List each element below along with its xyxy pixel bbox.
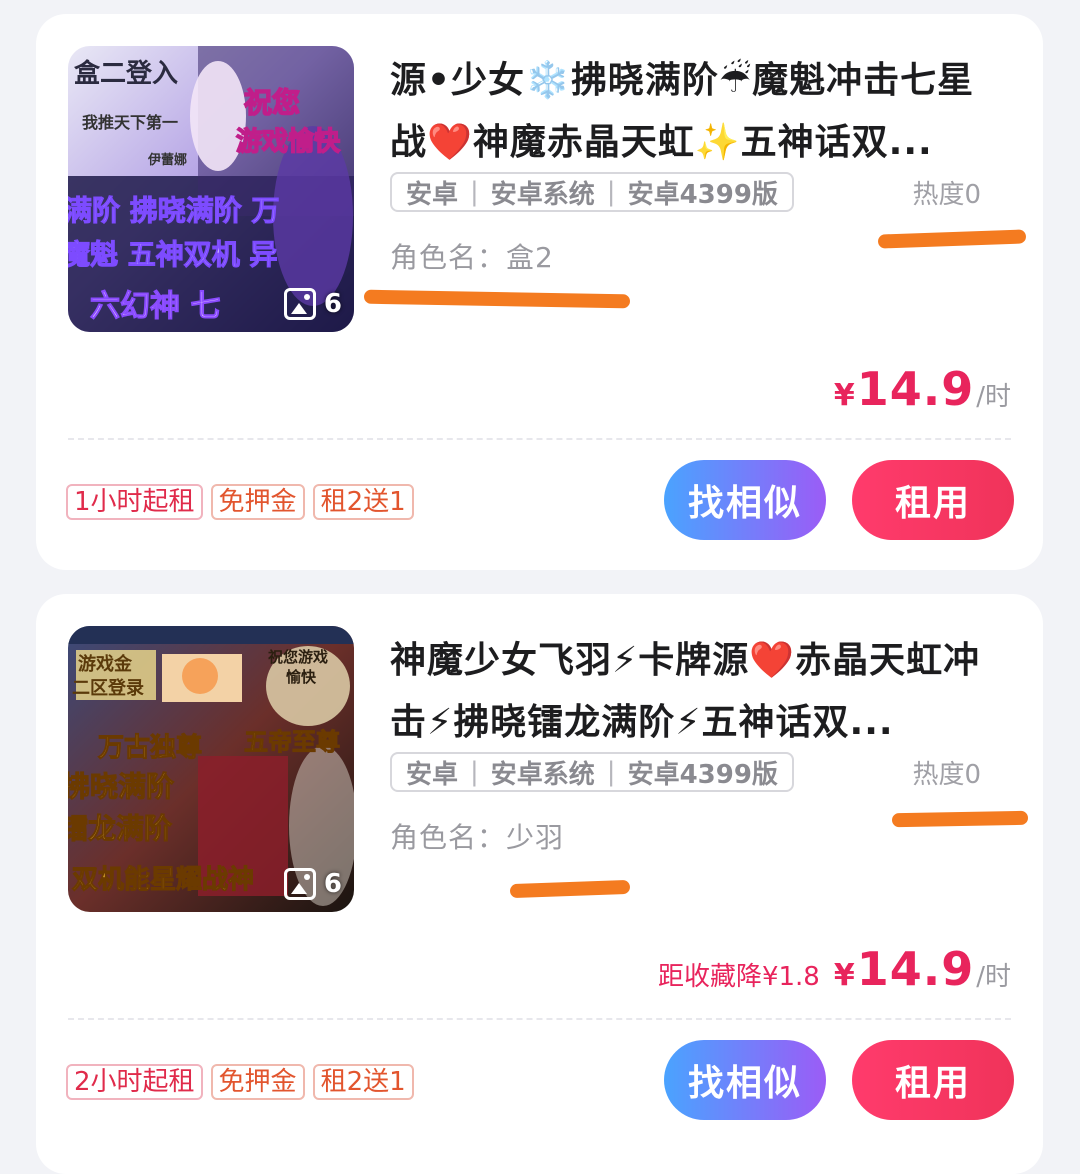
tag-no-deposit: 免押金	[210, 484, 305, 520]
platform-system: 安卓系统	[490, 759, 595, 790]
annotation-underline	[877, 229, 1027, 249]
platform-os: 安卓	[406, 179, 459, 210]
find-similar-button[interactable]: 找相似	[664, 1040, 826, 1120]
heat-count: 热度0	[912, 760, 981, 790]
image-icon	[283, 868, 316, 900]
role-name: 角色名：少羽	[390, 816, 564, 856]
image-icon	[283, 288, 316, 320]
annotation-underline	[509, 879, 631, 899]
thumb-text: 游戏金	[78, 653, 133, 675]
image-count: 6	[283, 288, 342, 320]
platform-info: 安卓 | 安卓系统 | 安卓4399版	[390, 752, 794, 792]
listing-title[interactable]: 神魔少女飞羽⚡卡牌源❤️赤晶天虹冲击⚡拂晓镭龙满阶⚡五神话双...	[390, 630, 1010, 754]
image-count: 6	[283, 868, 342, 900]
thumb-text: 镭龙满阶	[68, 812, 172, 845]
platform-version: 安卓4399版	[627, 759, 778, 790]
tag-min-rent: 1小时起租	[66, 484, 203, 520]
thumb-text: 魔魁 五神双机 异	[68, 238, 278, 271]
separator: |	[606, 757, 616, 787]
price-row: ¥ 14.9 /时	[820, 362, 1011, 416]
platform-os: 安卓	[406, 759, 459, 790]
divider	[68, 1018, 1011, 1020]
price-currency: ¥	[833, 378, 855, 413]
annotation-underline	[891, 810, 1029, 828]
rent-button[interactable]: 租用	[852, 460, 1014, 540]
price-unit: /时	[976, 962, 1011, 992]
platform-info: 安卓 | 安卓系统 | 安卓4399版	[390, 172, 794, 212]
thumb-text: 我推天下第一	[82, 113, 178, 132]
annotation-underline	[363, 289, 631, 309]
find-similar-button[interactable]: 找相似	[664, 460, 826, 540]
role-label: 角色名：	[390, 821, 507, 854]
platform-version: 安卓4399版	[627, 179, 778, 210]
divider	[68, 438, 1011, 440]
separator: |	[470, 757, 479, 787]
thumb-text: 六幻神 七	[90, 289, 220, 324]
price-value: 14.9	[856, 942, 975, 996]
thumb-text: 伊蕾娜	[147, 152, 187, 168]
price-row: 距收藏降¥1.8 ¥ 14.9 /时	[658, 942, 1011, 996]
rent-button[interactable]: 租用	[852, 1040, 1014, 1120]
heat-count: 热度0	[912, 180, 981, 210]
platform-system: 安卓系统	[490, 179, 595, 210]
thumb-text: 祝您	[244, 86, 300, 119]
role-value: 盒2	[506, 241, 554, 274]
thumb-text: 满阶 拂晓满阶 万	[68, 194, 280, 227]
tag-no-deposit: 免押金	[210, 1064, 305, 1100]
separator: |	[470, 177, 479, 207]
price-value: 14.9	[856, 362, 975, 416]
thumb-text: 万古独尊	[98, 732, 202, 763]
role-label: 角色名：	[390, 241, 507, 274]
thumb-text: 游戏愉快	[236, 126, 341, 157]
price-currency: ¥	[833, 958, 855, 993]
listing-title[interactable]: 源•少女❄️拂晓满阶☔魔魁冲击七星战❤️神魔赤晶天虹✨五神话双...	[390, 50, 1010, 174]
price-unit: /时	[976, 382, 1011, 412]
price-drop: 距收藏降¥1.8	[657, 962, 820, 992]
listing-card[interactable]: 游戏金 二区登录 祝您游戏 愉快 万古独尊 五帝至尊 拂晓满阶 镭龙满阶 双机能…	[36, 594, 1043, 1174]
listing-card[interactable]: 盒二登入 我推天下第一 伊蕾娜 祝您 游戏愉快 满阶 拂晓满阶 万 魔魁 五神双…	[36, 14, 1043, 570]
image-count-value: 6	[323, 289, 342, 319]
role-value: 少羽	[506, 821, 565, 854]
thumb-text: 五帝至尊	[244, 728, 340, 756]
thumb-text: 拂晓满阶	[68, 770, 174, 803]
listing-thumbnail[interactable]: 游戏金 二区登录 祝您游戏 愉快 万古独尊 五帝至尊 拂晓满阶 镭龙满阶 双机能…	[68, 626, 354, 912]
listing-thumbnail[interactable]: 盒二登入 我推天下第一 伊蕾娜 祝您 游戏愉快 满阶 拂晓满阶 万 魔魁 五神双…	[68, 46, 354, 332]
thumb-text: 双机能星耀战神	[72, 864, 254, 895]
tag-min-rent: 2小时起租	[66, 1064, 203, 1100]
tag-promo: 租2送1	[312, 1064, 414, 1100]
separator: |	[606, 177, 616, 207]
tag-list: 2小时起租 免押金 租2送1	[66, 1064, 414, 1100]
tag-promo: 租2送1	[312, 484, 414, 520]
thumb-text: 二区登录	[72, 677, 144, 699]
tag-list: 1小时起租 免押金 租2送1	[66, 484, 414, 520]
thumb-text: 祝您游戏	[268, 648, 328, 666]
role-name: 角色名：盒2	[390, 236, 554, 276]
image-count-value: 6	[323, 869, 342, 899]
thumb-text: 盒二登入	[74, 58, 178, 89]
thumb-text: 愉快	[286, 668, 317, 686]
